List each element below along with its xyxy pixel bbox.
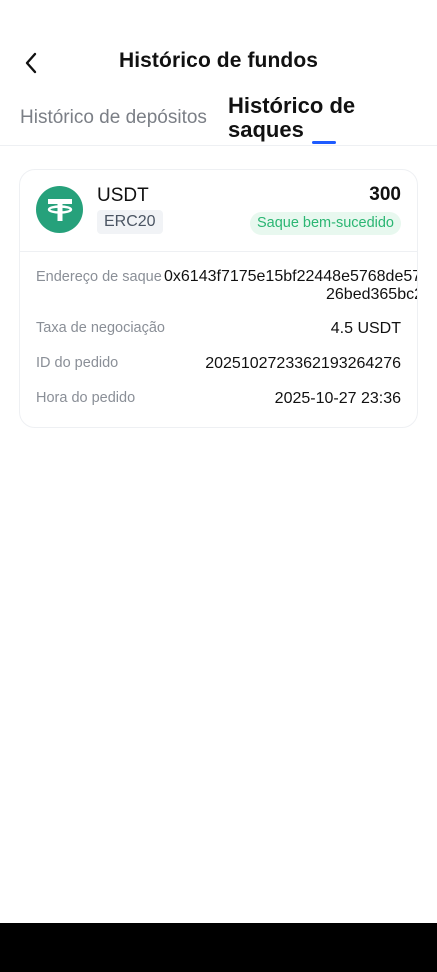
order-id-label: ID do pedido <box>36 355 119 371</box>
header: Histórico de fundos <box>0 40 437 86</box>
order-id-value: 2025102723362193264276 <box>205 355 401 372</box>
tether-icon <box>36 186 83 233</box>
order-time-value: 2025-10-27 23:36 <box>274 390 401 407</box>
address-value-line1: 0x6143f7175e15bf22448e5768de579 <box>164 268 418 285</box>
page: Histórico de fundos Histórico de depósit… <box>0 0 437 972</box>
network-badge: ERC20 <box>97 210 163 234</box>
withdrawal-card[interactable]: USDT ERC20 300 Saque bem-sucedido Endere… <box>19 169 418 428</box>
address-label: Endereço de saque <box>36 269 162 285</box>
fee-value: 4.5 USDT <box>330 320 401 337</box>
tab-withdrawal-label-line2: saques <box>228 117 304 142</box>
page-title: Histórico de fundos <box>118 49 319 72</box>
tab-withdrawal-history[interactable]: Histórico de saques <box>228 94 398 142</box>
tabs-divider <box>0 145 437 146</box>
withdrawal-amount: 300 <box>369 184 401 205</box>
system-navigation-bar <box>0 923 437 972</box>
active-tab-indicator <box>312 141 336 144</box>
tab-deposit-history[interactable]: Histórico de depósitos <box>20 107 207 129</box>
tab-withdrawal-label-line1: Histórico de <box>228 93 356 118</box>
fee-label: Taxa de negociação <box>36 320 165 336</box>
order-time-label: Hora do pedido <box>36 390 136 406</box>
tab-bar: Histórico de depósitos Histórico de saqu… <box>0 92 437 148</box>
address-value-line2: 26bed365bc2 <box>326 286 418 303</box>
status-badge: Saque bem-sucedido <box>249 212 401 235</box>
card-divider <box>20 251 417 252</box>
coin-name: USDT <box>97 185 149 206</box>
